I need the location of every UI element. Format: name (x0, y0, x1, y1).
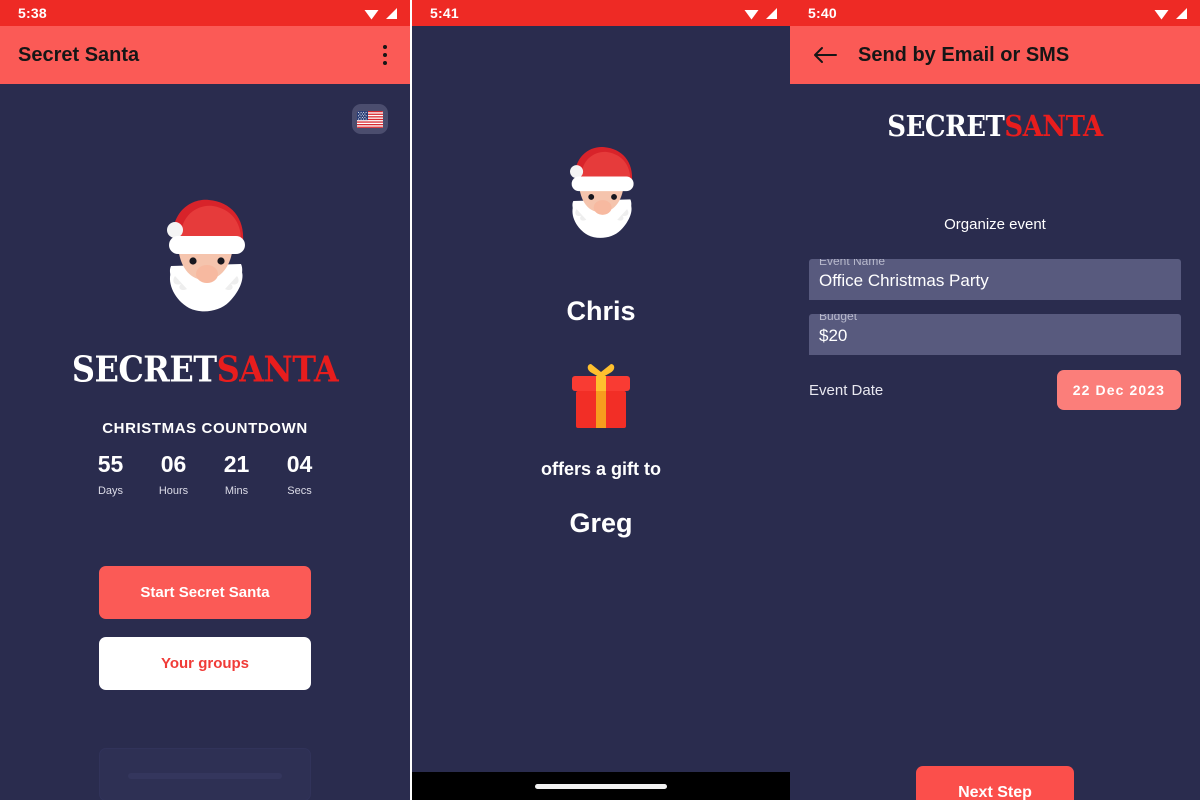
countdown-title: CHRISTMAS COUNTDOWN (102, 420, 308, 437)
home-indicator[interactable] (535, 783, 667, 789)
kebab-dot (383, 53, 387, 57)
app-bar-home: Secret Santa (0, 26, 410, 84)
page-title: Send by Email or SMS (858, 43, 1070, 66)
logo-word-secret: SECRET (887, 110, 1005, 144)
countdown-timer: 55 Days 06 Hours 21 Mins 04 Secs (0, 450, 410, 499)
us-flag-icon (357, 110, 383, 128)
back-arrow-icon[interactable] (808, 38, 842, 72)
gift-receiver-name: Greg (569, 508, 633, 538)
event-date-label: Event Date (809, 381, 884, 399)
screenshot-stage: 5:38 Secret Santa SECRETSANTA CHRISTMAS … (0, 0, 1200, 800)
countdown-unit-mins: 21 Mins (214, 450, 259, 499)
cellular-signal-icon (766, 7, 777, 19)
wifi-icon (1154, 9, 1169, 19)
logo-word-santa: SANTA (1004, 110, 1103, 144)
status-icons (744, 7, 778, 20)
event-date-picker-button[interactable]: 22 Dec 2023 (1056, 370, 1181, 410)
arrow-left-icon (814, 47, 837, 63)
page-title: Secret Santa (18, 43, 140, 66)
cellular-signal-icon (386, 7, 397, 19)
your-groups-button[interactable]: Your groups (99, 637, 311, 690)
section-title-organize-event: Organize event (944, 216, 1046, 233)
countdown-mins-label: Mins (224, 485, 249, 497)
start-secret-santa-button[interactable]: Start Secret Santa (99, 566, 311, 619)
countdown-unit-hours: 06 Hours (151, 450, 196, 499)
countdown-secs-label: Secs (287, 485, 312, 497)
event-date-row: Event Date 22 Dec 2023 (809, 368, 1181, 412)
next-step-button[interactable]: Next Step (916, 766, 1074, 800)
kebab-dot (383, 61, 387, 65)
app-bar-organize: Send by Email or SMS (790, 26, 1200, 84)
countdown-unit-secs: 04 Secs (277, 450, 322, 499)
status-icons (364, 7, 398, 20)
event-name-value: Office Christmas Party (819, 271, 989, 290)
countdown-days-value: 55 (97, 451, 124, 477)
gift-relation-text: offers a gift to (541, 459, 661, 479)
status-icons (1154, 7, 1188, 20)
app-logo-organize: SECRETSANTA (790, 110, 1200, 144)
system-navigation-bar (412, 772, 790, 800)
budget-label: Budget (819, 314, 858, 323)
gift-illustration (412, 362, 790, 432)
overflow-menu-icon[interactable] (374, 42, 396, 68)
status-bar: 5:38 (0, 0, 410, 26)
faded-bottom-button[interactable] (99, 748, 311, 800)
event-name-label: Event Name (819, 259, 886, 268)
countdown-days-label: Days (97, 485, 124, 497)
event-name-field[interactable]: Event Name Office Christmas Party (809, 259, 1181, 300)
budget-field[interactable]: Budget $20 (809, 314, 1181, 355)
logo-word-secret: SECRET (71, 347, 217, 391)
status-time: 5:40 (808, 5, 837, 21)
budget-value: $20 (819, 326, 848, 345)
wifi-icon (744, 9, 759, 19)
status-time: 5:41 (430, 5, 459, 21)
santa-face-icon (570, 147, 634, 238)
app-logo-home: SECRETSANTA (0, 348, 410, 391)
cellular-signal-icon (1176, 7, 1187, 19)
santa-illustration-home (0, 196, 410, 314)
countdown-hours-value: 06 (160, 451, 187, 477)
panel-organize-event: 5:40 Send by Email or SMS SECRETSANTA Or… (790, 0, 1200, 800)
gift-box-icon (572, 364, 630, 428)
status-bar: 5:41 (412, 0, 790, 26)
status-bar: 5:40 (790, 0, 1200, 26)
faded-button-placeholder (128, 773, 282, 779)
logo-word-santa: SANTA (216, 347, 339, 391)
countdown-secs-value: 04 (286, 451, 313, 477)
language-selector-button[interactable] (352, 104, 388, 134)
panel-draw-result: 5:41 Chris offers a gift to Greg (412, 0, 790, 800)
santa-illustration-result (412, 142, 790, 242)
kebab-dot (383, 45, 387, 49)
status-time: 5:38 (18, 5, 47, 21)
countdown-unit-days: 55 Days (88, 450, 133, 499)
gift-giver-name: Chris (566, 296, 636, 326)
countdown-mins-value: 21 (223, 451, 250, 477)
santa-face-icon (167, 199, 245, 312)
wifi-icon (364, 9, 379, 19)
countdown-hours-label: Hours (158, 485, 189, 497)
panel-home-screen: 5:38 Secret Santa SECRETSANTA CHRISTMAS … (0, 0, 410, 800)
